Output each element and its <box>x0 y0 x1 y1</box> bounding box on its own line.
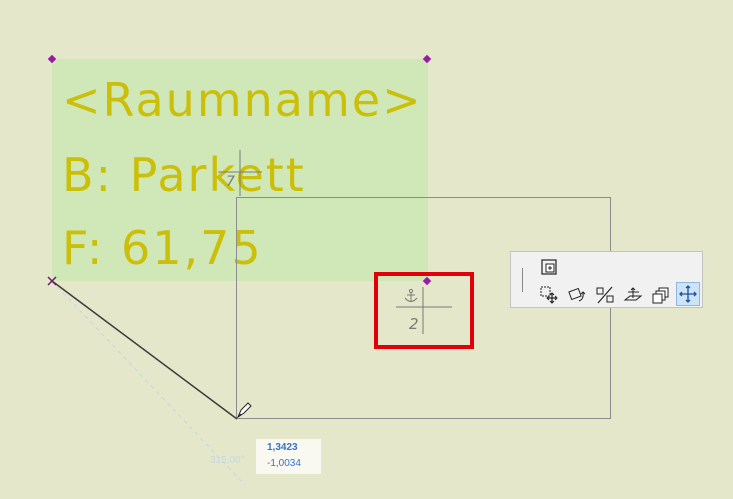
drawing-overlay: 7 2 <box>47 150 452 486</box>
copy-move-button[interactable] <box>537 255 561 279</box>
rotate-button[interactable] <box>565 283 589 307</box>
multiply-icon <box>652 287 669 304</box>
drag-button[interactable] <box>537 283 561 307</box>
move-icon <box>679 285 697 303</box>
rotate-icon <box>568 287 586 302</box>
copy-move-icon <box>541 259 557 275</box>
pencil-cursor-icon <box>236 402 252 419</box>
elevate-button[interactable] <box>621 283 645 307</box>
move-vector-line <box>51 280 238 420</box>
start-point-cross-icon <box>47 276 57 286</box>
tracker-y-value[interactable]: -1,0034 <box>267 458 301 469</box>
coordinate-tracker: 1,3423 -1,0034 <box>256 439 321 474</box>
mirror-button[interactable] <box>593 283 617 307</box>
pet-palette-toolbar <box>510 251 703 308</box>
angle-readout: 315,00° <box>210 455 245 466</box>
elevate-icon <box>623 287 643 301</box>
highlight-frame <box>374 272 474 349</box>
mirror-icon <box>596 286 614 304</box>
drawing-canvas[interactable]: <Raumname> B: Parkett F: 61,75 7 2 315,0… <box>0 0 733 499</box>
multiply-button[interactable] <box>649 283 673 307</box>
svg-text:7: 7 <box>226 174 235 190</box>
toolbar-separator <box>522 268 523 292</box>
crosshair-marker-origin: 7 <box>218 150 262 196</box>
move-button[interactable] <box>676 282 700 306</box>
drag-move-icon <box>540 286 558 304</box>
tracker-x-value[interactable]: 1,3423 <box>267 442 298 453</box>
